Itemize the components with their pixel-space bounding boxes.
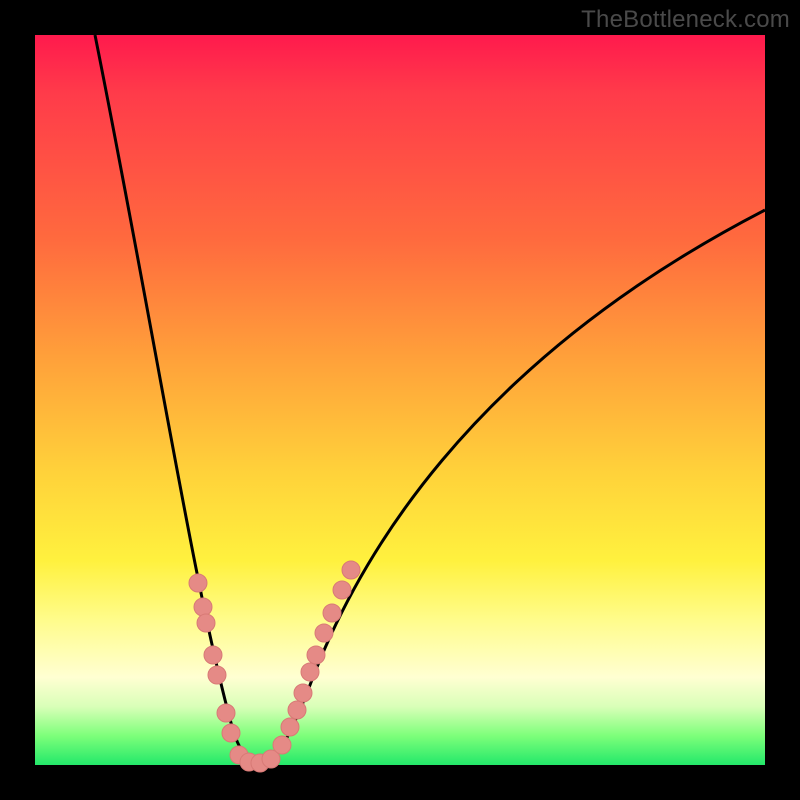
curve-marker	[315, 624, 333, 642]
curve-marker	[194, 598, 212, 616]
curve-marker	[323, 604, 341, 622]
curve-marker	[301, 663, 319, 681]
curve-marker	[333, 581, 351, 599]
curve-marker	[294, 684, 312, 702]
curve-layer	[35, 35, 765, 765]
curve-marker	[281, 718, 299, 736]
curve-marker	[189, 574, 207, 592]
curve-marker	[342, 561, 360, 579]
curve-markers	[189, 561, 360, 772]
curve-marker	[197, 614, 215, 632]
curve-marker	[307, 646, 325, 664]
watermark-label: TheBottleneck.com	[581, 6, 790, 34]
plot-area	[35, 35, 765, 765]
curve-marker	[208, 666, 226, 684]
curve-marker	[217, 704, 235, 722]
curve-marker	[288, 701, 306, 719]
curve-marker	[273, 736, 291, 754]
bottleneck-curve	[95, 35, 765, 763]
curve-marker	[204, 646, 222, 664]
curve-marker	[222, 724, 240, 742]
chart-frame: TheBottleneck.com	[0, 0, 800, 800]
